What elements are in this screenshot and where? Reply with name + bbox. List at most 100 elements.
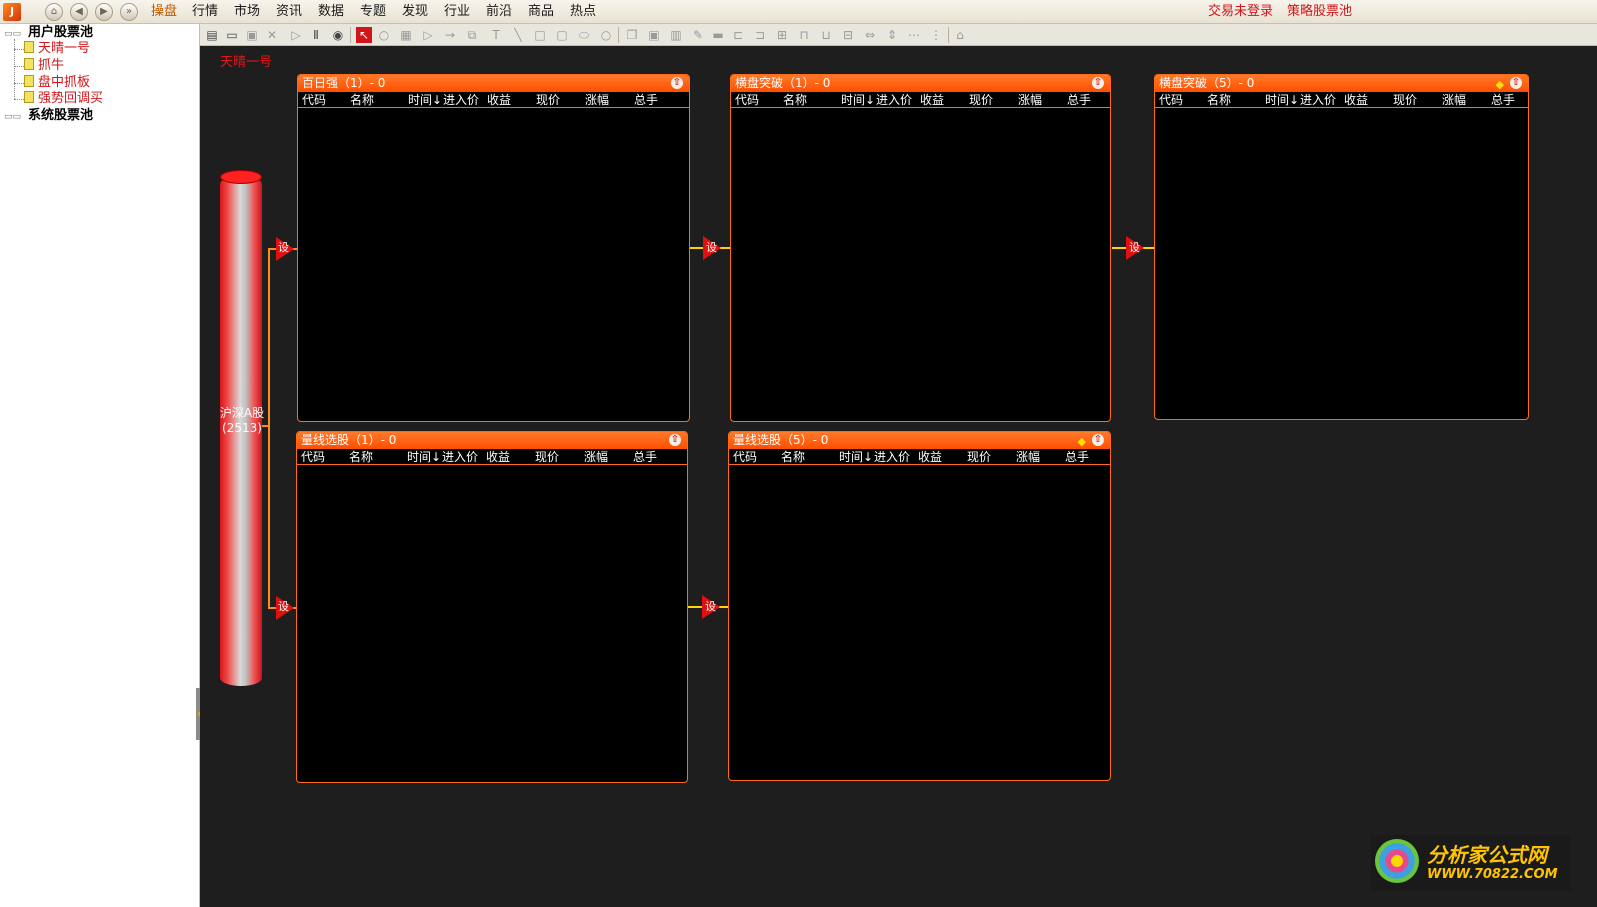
column-header[interactable]: 进入价 (442, 449, 478, 465)
h-space-icon[interactable]: ⋯ (906, 27, 922, 43)
column-header[interactable]: 进入价 (443, 92, 479, 108)
collapse-icon[interactable]: ▭▭ (4, 26, 28, 42)
format-icon[interactable]: ✎ (690, 27, 706, 43)
move-up-icon[interactable]: ⇧ (1092, 77, 1104, 89)
line-icon[interactable]: ╲ (510, 27, 526, 43)
open-icon[interactable]: ▭ (224, 27, 240, 43)
star-icon[interactable]: ◆ (1078, 433, 1086, 450)
menu-item-hangqing[interactable]: 行情 (192, 3, 218, 21)
tree-node-system-pools[interactable]: ▭▭ 系统股票池 (4, 108, 93, 125)
column-header[interactable]: 收益 (1344, 92, 1368, 108)
column-header[interactable]: 进入价 (874, 449, 910, 465)
stock-panel-3[interactable]: 量线选股（1）- 0 ⇧ 代码 名称 时间↓ 进入价 收益 现价 涨幅 总手 (296, 431, 688, 783)
panel-header[interactable]: 量线选股（5）- 0 ◆ ⇧ (729, 432, 1110, 449)
panel-header[interactable]: 百日强（1）- 0 ⇧ (298, 75, 689, 92)
column-header[interactable]: 时间↓ (407, 449, 441, 465)
tree-item-pool-2[interactable]: 盘中抓板 (24, 75, 90, 91)
paste-icon[interactable]: ▣ (646, 27, 662, 43)
home-icon[interactable]: ⌂ (45, 3, 63, 21)
circle-shape-icon[interactable]: ○ (598, 27, 614, 43)
align-left-icon[interactable]: ⊏ (730, 27, 746, 43)
same-height-icon[interactable]: ⇕ (884, 27, 900, 43)
column-header[interactable]: 现价 (536, 92, 560, 108)
column-header[interactable]: 涨幅 (1016, 449, 1040, 465)
menu-item-shichang[interactable]: 市场 (234, 3, 260, 21)
column-header[interactable]: 涨幅 (584, 449, 608, 465)
arrow-icon[interactable]: → (442, 27, 458, 43)
bar-icon[interactable]: ▬ (710, 27, 726, 43)
copy-icon[interactable]: ❐ (624, 27, 640, 43)
delete-icon[interactable]: ✕ (264, 27, 280, 43)
align-top-icon[interactable]: ⊓ (796, 27, 812, 43)
column-header[interactable]: 收益 (918, 449, 942, 465)
align-bottom-icon[interactable]: ⊔ (818, 27, 834, 43)
play-icon[interactable]: ▷ (288, 27, 304, 43)
stock-panel-2[interactable]: 横盘突破（5）- 0 ◆ ⇧ 代码 名称 时间↓ 进入价 收益 现价 涨幅 总手 (1154, 74, 1529, 420)
move-up-icon[interactable]: ⇧ (1510, 77, 1522, 89)
triangle-icon[interactable]: ▷ (420, 27, 436, 43)
column-header[interactable]: 现价 (967, 449, 991, 465)
tree-item-pool-0[interactable]: 天晴一号 (24, 41, 90, 57)
column-header[interactable]: 时间↓ (408, 92, 442, 108)
column-header[interactable]: 名称 (349, 449, 373, 465)
rect-icon[interactable]: □ (532, 27, 548, 43)
tree-item-pool-3[interactable]: 强势回调买 (24, 91, 103, 107)
menu-item-faxian[interactable]: 发现 (402, 3, 428, 21)
menu-item-shangpin[interactable]: 商品 (528, 3, 554, 21)
panel-header[interactable]: 量线选股（1）- 0 ⇧ (297, 432, 687, 449)
column-header[interactable]: 总手 (1067, 92, 1091, 108)
tree-item-pool-1[interactable]: 抓牛 (24, 58, 64, 74)
stop-icon[interactable]: ◉ (330, 27, 346, 43)
stock-panel-4[interactable]: 量线选股（5）- 0 ◆ ⇧ 代码 名称 时间↓ 进入价 收益 现价 涨幅 总手 (728, 431, 1111, 781)
column-header[interactable]: 进入价 (1300, 92, 1336, 108)
column-header[interactable]: 收益 (487, 92, 511, 108)
round-rect-icon[interactable]: ▢ (554, 27, 570, 43)
column-header[interactable]: 总手 (1491, 92, 1515, 108)
column-header[interactable]: 代码 (733, 449, 757, 465)
move-up-icon[interactable]: ⇧ (1092, 434, 1104, 446)
strategy-pool-link[interactable]: 策略股票池 (1287, 3, 1352, 21)
v-space-icon[interactable]: ⋮ (928, 27, 944, 43)
expand-icon[interactable]: ▭▭ (4, 109, 28, 125)
text-icon[interactable]: T (488, 27, 504, 43)
column-header[interactable]: 总手 (634, 92, 658, 108)
move-up-icon[interactable]: ⇧ (671, 77, 683, 89)
panel-header[interactable]: 横盘突破（1）- 0 ⇧ (731, 75, 1110, 92)
column-header[interactable]: 名称 (783, 92, 807, 108)
column-header[interactable]: 时间↓ (1265, 92, 1299, 108)
menu-item-zixun[interactable]: 资讯 (276, 3, 302, 21)
column-header[interactable]: 代码 (302, 92, 326, 108)
ellipse-icon[interactable]: ⬭ (576, 27, 592, 43)
trade-login-link[interactable]: 交易未登录 (1208, 3, 1273, 21)
clear-icon[interactable]: ▥ (668, 27, 684, 43)
circle-icon[interactable]: ○ (376, 27, 392, 43)
menu-item-hangye[interactable]: 行业 (444, 3, 470, 21)
menu-item-qianyan[interactable]: 前沿 (486, 3, 512, 21)
column-header[interactable]: 现价 (535, 449, 559, 465)
column-header[interactable]: 名称 (350, 92, 374, 108)
forward-icon[interactable]: ▶ (95, 3, 113, 21)
stock-panel-1[interactable]: 横盘突破（1）- 0 ⇧ 代码 名称 时间↓ 进入价 收益 现价 涨幅 总手 (730, 74, 1111, 422)
column-header[interactable]: 收益 (920, 92, 944, 108)
column-header[interactable]: 名称 (1207, 92, 1231, 108)
more-icon[interactable]: » (120, 3, 138, 21)
tree-icon[interactable]: ⌂ (952, 27, 968, 43)
pointer-icon[interactable]: ↖ (356, 27, 372, 43)
column-header[interactable]: 总手 (1065, 449, 1089, 465)
menu-item-shuju[interactable]: 数据 (318, 3, 344, 21)
pause-icon[interactable]: Ⅱ (308, 27, 324, 43)
column-header[interactable]: 现价 (969, 92, 993, 108)
column-header[interactable]: 代码 (735, 92, 759, 108)
column-header[interactable]: 总手 (633, 449, 657, 465)
column-header[interactable]: 进入价 (876, 92, 912, 108)
move-up-icon[interactable]: ⇧ (669, 434, 681, 446)
column-header[interactable]: 收益 (486, 449, 510, 465)
link-icon[interactable]: ⧉ (464, 27, 480, 43)
panel-header[interactable]: 横盘突破（5）- 0 ◆ ⇧ (1155, 75, 1528, 92)
column-header[interactable]: 涨幅 (585, 92, 609, 108)
column-header[interactable]: 涨幅 (1018, 92, 1042, 108)
align-right-icon[interactable]: ⊐ (752, 27, 768, 43)
column-header[interactable]: 时间↓ (841, 92, 875, 108)
column-header[interactable]: 时间↓ (839, 449, 873, 465)
align-center-icon[interactable]: ⊞ (774, 27, 790, 43)
